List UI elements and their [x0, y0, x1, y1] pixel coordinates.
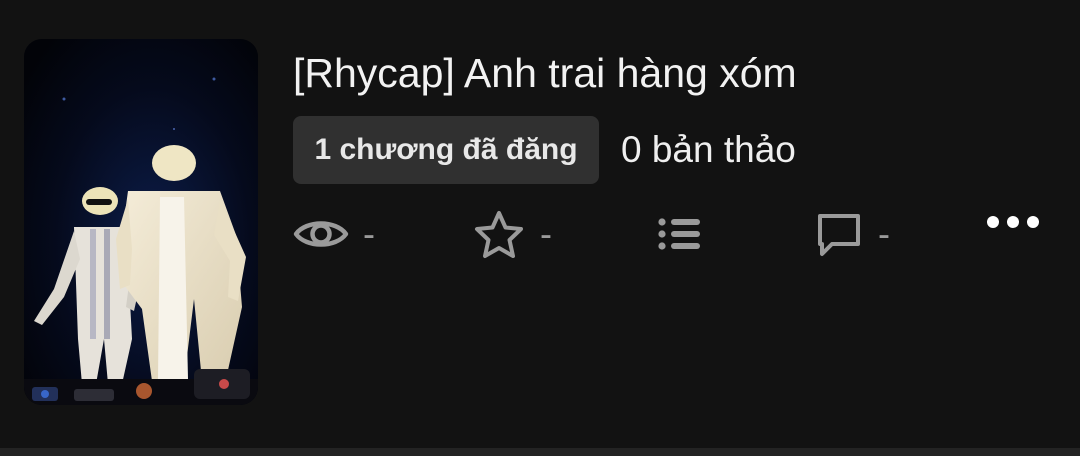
published-parts-badge[interactable]: 1 chương đã đăng: [293, 116, 599, 184]
list-divider: [0, 448, 1080, 456]
published-parts-label: 1 chương đã đăng: [314, 133, 578, 166]
story-card[interactable]: [Rhycap] Anh trai hàng xóm 1 chương đã đ…: [0, 0, 1080, 448]
votes-stat[interactable]: -: [472, 206, 552, 262]
comment-icon: [818, 214, 860, 256]
views-stat[interactable]: -: [293, 206, 375, 262]
cover-photo: [24, 39, 258, 405]
eye-icon: [293, 221, 349, 247]
views-count: -: [363, 213, 375, 254]
parts-list-stat[interactable]: [656, 206, 702, 262]
more-dots-icon: [987, 216, 1039, 228]
story-cover-image[interactable]: [24, 39, 258, 405]
list-icon: [658, 218, 700, 250]
comments-count: -: [878, 213, 890, 254]
comments-stat[interactable]: -: [814, 206, 890, 262]
story-title[interactable]: [Rhycap] Anh trai hàng xóm: [293, 48, 797, 98]
votes-count: -: [540, 213, 552, 254]
drafts-count[interactable]: 0 bản thảo: [621, 128, 796, 172]
more-options-button[interactable]: [984, 206, 1042, 238]
star-icon: [475, 211, 523, 258]
